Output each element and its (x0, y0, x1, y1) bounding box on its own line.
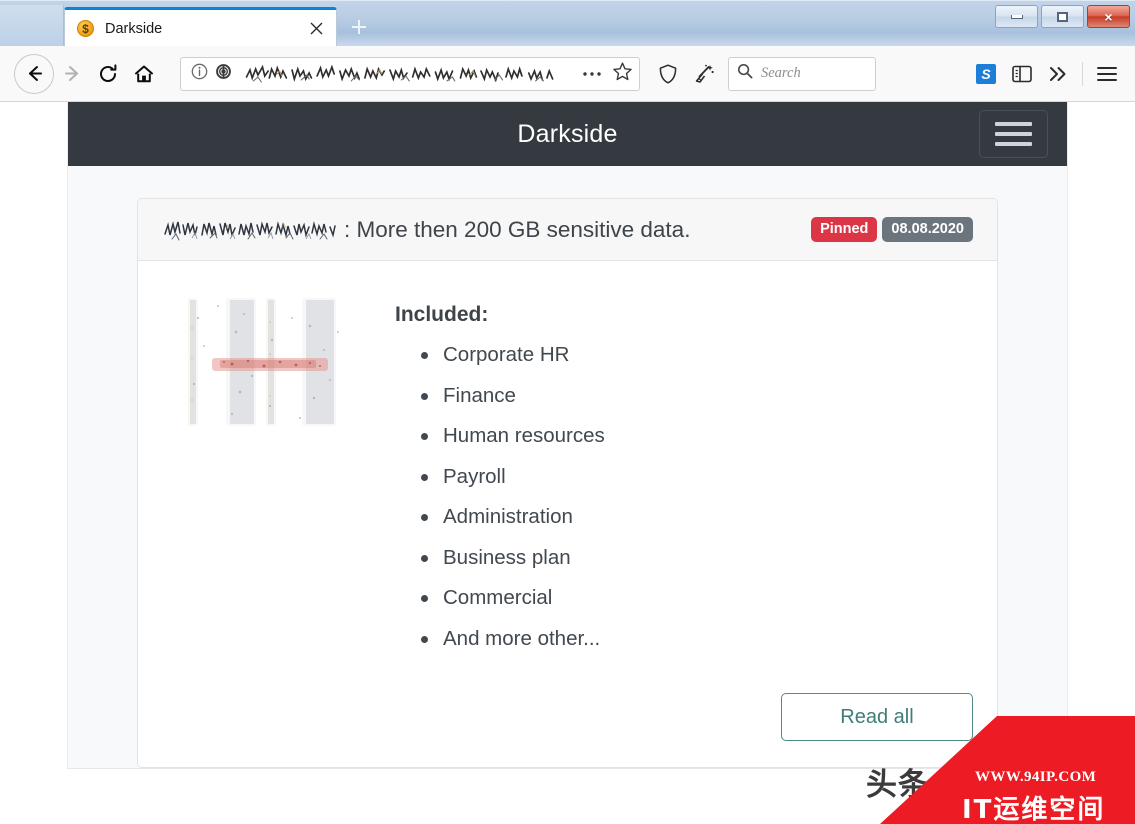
overflow-chevrons-icon[interactable] (1040, 56, 1076, 92)
ellipsis-icon[interactable] (582, 65, 602, 83)
tab-title: Darkside (105, 20, 163, 37)
list-item: Finance (417, 385, 973, 407)
window-controls: × (995, 5, 1130, 28)
post-footer: Read all (138, 693, 997, 767)
tab-close-icon[interactable] (304, 17, 328, 41)
window-minimize-button[interactable] (995, 5, 1038, 28)
browser-tab-darkside[interactable]: $ Darkside (64, 7, 337, 47)
post-content-column: Included: Corporate HR Finance Human res… (375, 285, 973, 669)
site-brand: Darkside (517, 119, 618, 148)
post-headline: : More then 200 GB sensitive data. (344, 216, 691, 242)
included-heading: Included: (395, 303, 489, 326)
toolbar-divider (1082, 61, 1083, 86)
back-arrow-icon[interactable] (14, 53, 54, 94)
site-navbar: Darkside (68, 102, 1067, 166)
forward-arrow-icon[interactable] (54, 56, 90, 92)
list-item: Corporate HR (417, 344, 973, 366)
page-viewport: Darkside: More then 200 GB sensitive da… (0, 102, 1135, 824)
victim-name-redacted (162, 216, 340, 244)
post-body: Included: Corporate HR Finance Human res… (138, 261, 997, 693)
browser-toolbar: Search S (0, 46, 1135, 102)
watermark-url-text: WWW.94IP.COM (975, 769, 1097, 785)
toggler-bar (995, 132, 1032, 136)
star-icon[interactable] (612, 61, 633, 87)
navbar-toggler-button[interactable] (979, 110, 1048, 158)
sidebar-icon[interactable] (1004, 56, 1040, 92)
close-icon: × (1104, 8, 1113, 25)
address-bar[interactable] (180, 56, 640, 91)
list-item: Commercial (417, 587, 973, 609)
list-item: Payroll (417, 466, 973, 488)
post-thumbnail-column (162, 285, 375, 669)
titlebar-left-spacer (0, 5, 64, 47)
onion-tor-icon[interactable] (215, 63, 232, 85)
leak-post-card: : More then 200 GB sensitive data. Pinne… (137, 198, 998, 768)
redacted-company-logo-image (174, 288, 362, 438)
status-badge-pinned: Pinned (811, 216, 878, 243)
window-titlebar: $ Darkside × (0, 0, 1135, 47)
list-item: Administration (417, 506, 973, 528)
info-circle-icon[interactable] (191, 63, 208, 85)
new-tab-button[interactable] (344, 13, 374, 41)
search-icon (737, 63, 753, 84)
post-header: : More then 200 GB sensitive data. Pinne… (138, 199, 997, 261)
dollar-coin-icon: $ (77, 20, 94, 37)
shield-icon[interactable] (650, 56, 686, 92)
hamburger-menu-icon[interactable] (1089, 56, 1125, 92)
extension-s-icon[interactable]: S (968, 56, 1004, 92)
toggler-bar (995, 122, 1032, 126)
extension-s-label: S (976, 63, 996, 84)
home-icon[interactable] (126, 56, 162, 92)
watermark-chinese-text: IT运维空间 (962, 795, 1106, 824)
address-bar-icons (191, 63, 232, 85)
read-all-button[interactable]: Read all (781, 693, 973, 741)
broom-sparkle-icon[interactable] (686, 56, 722, 92)
toggler-bar (995, 142, 1032, 146)
address-bar-actions (582, 61, 633, 87)
post-badges: Pinned 08.08.2020 (811, 216, 973, 243)
window-close-button[interactable]: × (1087, 5, 1130, 28)
address-bar-url-redacted (242, 63, 572, 85)
included-items-list: Corporate HR Finance Human resources Pay… (417, 344, 973, 650)
reload-icon[interactable] (90, 56, 126, 92)
list-item: Human resources (417, 425, 973, 447)
list-item: Business plan (417, 547, 973, 569)
browser-window: $ Darkside × Search S Darkside: More th… (0, 0, 1135, 824)
site-container: Darkside: More then 200 GB sensitive da… (67, 102, 1068, 769)
window-maximize-button[interactable] (1041, 5, 1084, 28)
list-item: And more other... (417, 628, 973, 650)
search-placeholder: Search (761, 65, 801, 81)
status-badge-date: 08.08.2020 (882, 216, 973, 243)
search-input[interactable]: Search (728, 56, 876, 91)
